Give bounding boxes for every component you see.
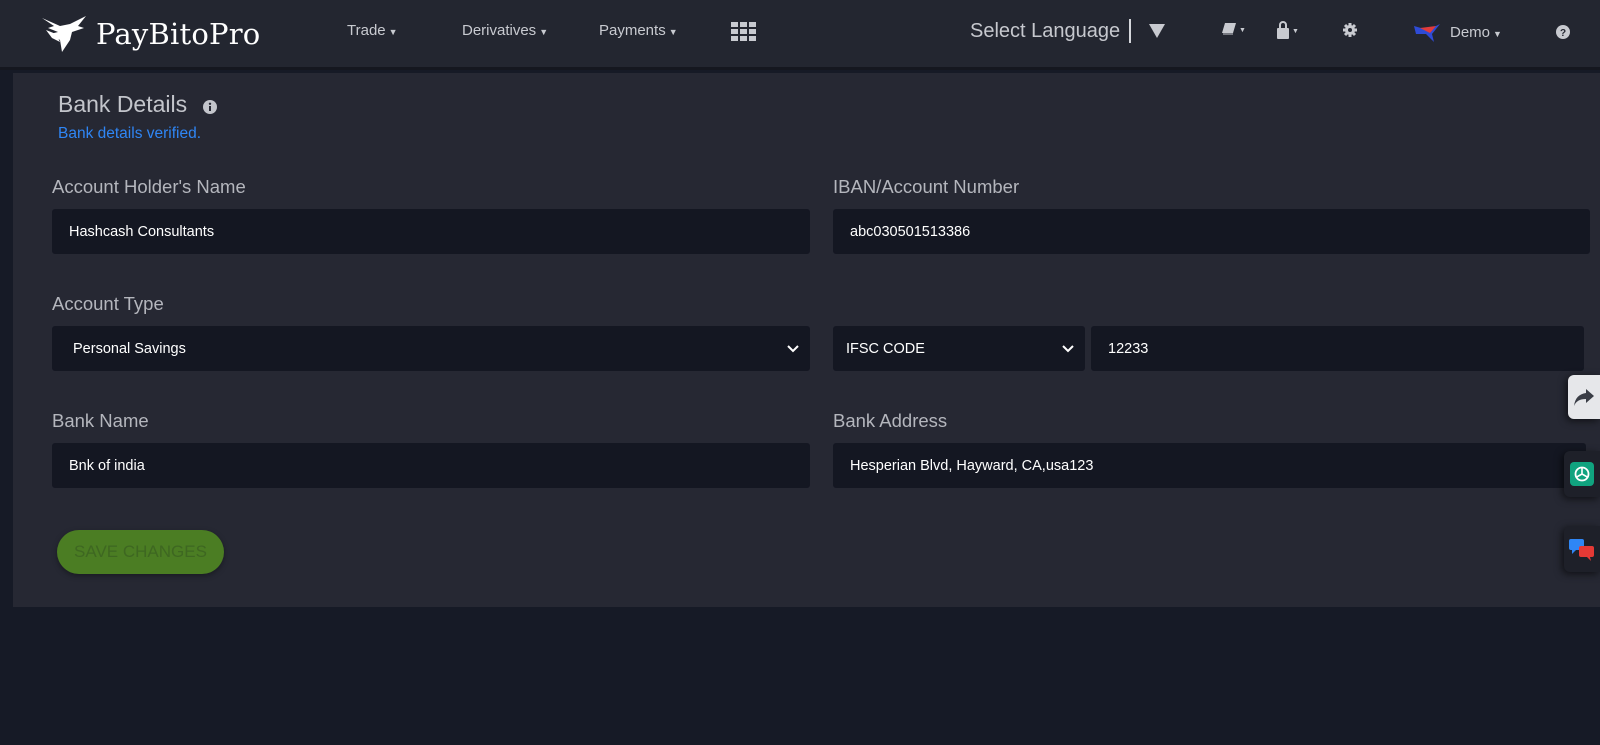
code-type-select[interactable]: IFSC CODE [833, 326, 1085, 371]
caret-down-icon: ▼ [668, 27, 678, 37]
share-arrow-icon [1574, 389, 1594, 406]
lock-icon [1277, 21, 1289, 39]
bank-name-value: Bnk of india [69, 457, 145, 474]
caret-down-icon: ▼ [1239, 27, 1246, 34]
book-icon [1222, 23, 1236, 35]
share-widget[interactable] [1568, 375, 1600, 419]
account-type-value: Personal Savings [73, 340, 186, 357]
gear-icon[interactable] [1343, 23, 1357, 37]
nav-derivatives-label: Derivatives [462, 22, 537, 39]
bank-details-header: Bank Details [58, 91, 218, 118]
account-type-label: Account Type [52, 293, 164, 314]
bank-name-label: Bank Name [52, 410, 149, 431]
bank-details-panel: Bank Details Bank details verified. Acco… [13, 73, 1600, 607]
account-type-select[interactable]: Personal Savings [52, 326, 810, 371]
account-number-label: IBAN/Account Number [833, 176, 1020, 197]
svg-text:?: ? [1560, 28, 1566, 39]
bank-address-value: Hesperian Blvd, Hayward, CA,usa123 [850, 457, 1094, 474]
user-name: Demo [1450, 23, 1491, 41]
chatgpt-icon [1570, 462, 1594, 486]
flag-avatar-icon [1414, 24, 1440, 42]
book-menu[interactable]: ▼ [1222, 23, 1246, 35]
save-changes-button[interactable]: SAVE CHANGES [57, 530, 224, 574]
caret-down-icon: ▼ [539, 27, 549, 37]
bank-address-label: Bank Address [833, 410, 948, 431]
brand-logo[interactable]: PayBitoPro [40, 14, 260, 54]
account-holder-label: Account Holder's Name [52, 176, 246, 197]
chatgpt-widget[interactable] [1564, 451, 1600, 497]
verification-status: Bank details verified. [58, 125, 202, 142]
user-menu[interactable]: Demo ▼ [1414, 22, 1502, 42]
lock-menu[interactable]: ▼ [1277, 21, 1299, 39]
chat-bubbles-icon [1569, 539, 1594, 561]
bank-address-input[interactable]: Hesperian Blvd, Hayward, CA,usa123 [833, 443, 1586, 488]
account-holder-value: Hashcash Consultants [69, 223, 215, 240]
page-title: Bank Details [58, 91, 188, 117]
chevron-down-icon [787, 344, 799, 352]
account-holder-input[interactable]: Hashcash Consultants [52, 209, 810, 254]
account-number-value: abc030501513386 [850, 223, 971, 240]
bank-name-input[interactable]: Bnk of india [52, 443, 810, 488]
caret-down-icon: ▼ [1493, 28, 1502, 39]
grid-apps-icon[interactable] [731, 22, 756, 42]
eagle-logo-icon [42, 16, 86, 52]
nav-trade[interactable]: Trade ▼ [347, 22, 398, 39]
code-type-value: IFSC CODE [846, 340, 925, 357]
question-circle-icon[interactable]: ? [1556, 25, 1570, 39]
brand-name: PayBitoPro [96, 17, 261, 51]
triangle-down-icon[interactable] [1149, 24, 1165, 38]
caret-down-icon: ▼ [1292, 28, 1299, 35]
select-language-label[interactable]: Select Language [970, 20, 1120, 43]
caret-down-icon: ▼ [388, 27, 398, 37]
code-value: 12233 [1108, 340, 1149, 357]
nav-payments-label: Payments [599, 22, 666, 39]
account-number-input[interactable]: abc030501513386 [833, 209, 1590, 254]
language-divider [1129, 19, 1131, 43]
code-value-input[interactable]: 12233 [1091, 326, 1584, 371]
nav-payments[interactable]: Payments ▼ [599, 22, 678, 39]
chat-widget[interactable] [1564, 526, 1600, 572]
nav-trade-label: Trade [347, 22, 386, 39]
nav-derivatives[interactable]: Derivatives ▼ [462, 22, 548, 39]
info-circle-icon[interactable] [203, 99, 218, 114]
chevron-down-icon [1062, 344, 1074, 352]
top-navbar: PayBitoPro Trade ▼ Derivatives ▼ Payment… [0, 0, 1600, 70]
